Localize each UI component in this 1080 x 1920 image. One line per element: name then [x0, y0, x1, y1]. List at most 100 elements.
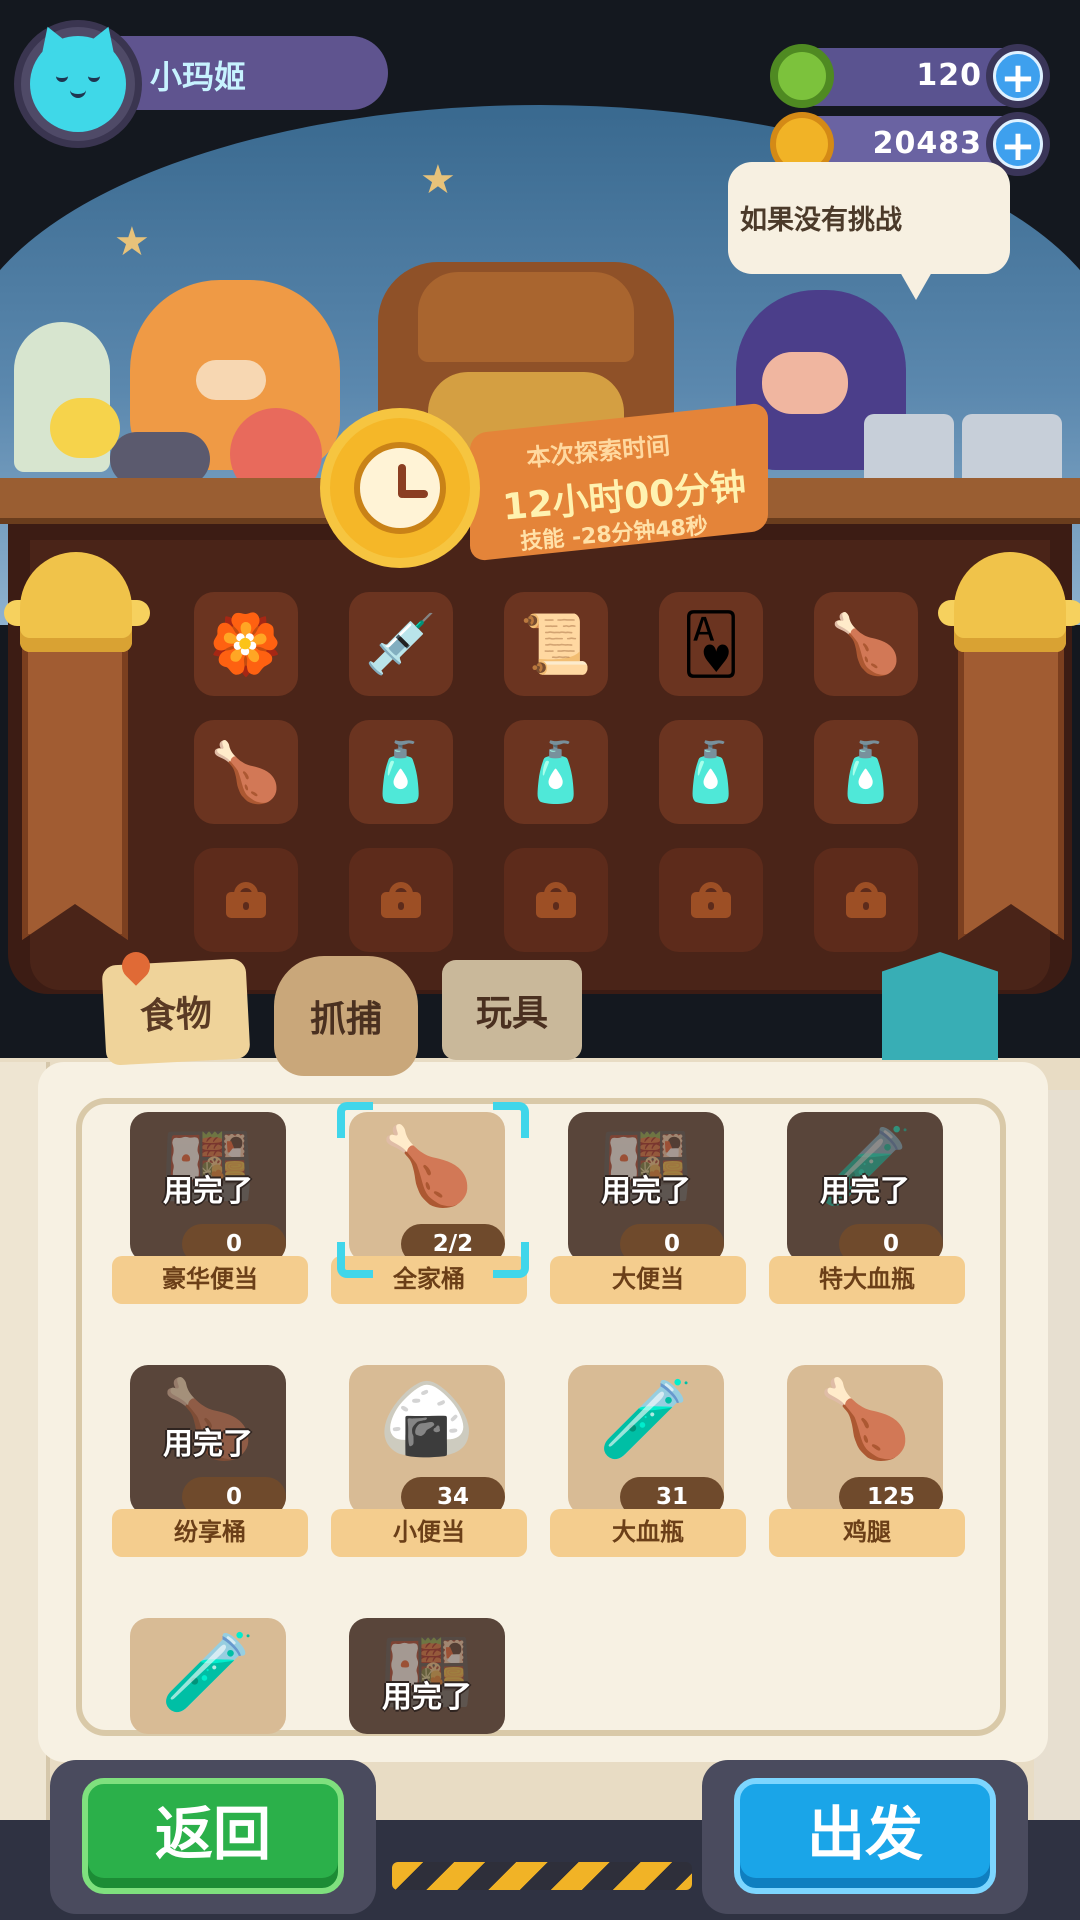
food-item-card[interactable]: 🧪 31 大血瓶: [550, 1365, 746, 1571]
right-bell-icon: [954, 552, 1066, 652]
green-donut-gem-icon: [770, 44, 834, 108]
potion-bottle-icon: 🧴: [674, 737, 748, 806]
plus-icon: +: [993, 119, 1043, 170]
inventory-slot[interactable]: 📜: [504, 592, 608, 696]
cat-face: [762, 352, 848, 414]
avatar-mouth: [70, 90, 86, 98]
green-badge-icon: 🏵️: [209, 609, 283, 678]
food-item-icon: 🍙: [379, 1374, 475, 1463]
potion-bottle-icon: 🧴: [829, 737, 903, 806]
left-fish-banner: [22, 640, 128, 940]
add-gems-button[interactable]: +: [986, 44, 1050, 108]
game-screen: ★ ★ 小玛姬 120 + 20483 + 如果没有挑战 🏵️ 💉 📜 🂱 🍗 …: [0, 0, 1080, 1920]
food-item-icon: 🧪: [598, 1374, 694, 1463]
dropper-icon: 💉: [364, 609, 438, 678]
inventory-slot[interactable]: 💉: [349, 592, 453, 696]
item-name: 大血瓶: [550, 1509, 746, 1557]
order-document-icon: 📜: [519, 609, 593, 678]
tab-catch[interactable]: 抓捕: [274, 956, 418, 1076]
item-name: 特大血瓶: [769, 1256, 965, 1304]
avatar-eye: [56, 76, 68, 82]
selection-corner: [493, 1242, 529, 1278]
item-tile: 🧪: [130, 1618, 286, 1734]
lock-keyhole: [553, 902, 559, 910]
food-item-icon: 🧪: [160, 1627, 256, 1716]
inventory-slot[interactable]: 🍗: [194, 720, 298, 824]
potion-bottle-icon: 🧴: [364, 737, 438, 806]
clock-icon: [354, 442, 446, 534]
food-item-card[interactable]: 🍙 34 小便当: [331, 1365, 527, 1571]
player-name: 小玛姬: [150, 58, 247, 96]
inventory-slot[interactable]: 🧴: [504, 720, 608, 824]
gem-value: 120: [916, 58, 982, 93]
speech-bubble-text: 如果没有挑战: [740, 205, 902, 236]
selection-corner: [493, 1102, 529, 1138]
used-up-label: 用完了: [163, 1427, 253, 1462]
tab-toy[interactable]: 玩具: [442, 960, 582, 1060]
inventory-slot[interactable]: 🧴: [349, 720, 453, 824]
depart-button[interactable]: 出发: [734, 1778, 996, 1894]
star-icon: ★: [420, 157, 456, 203]
item-name: 小便当: [331, 1509, 527, 1557]
bookmark-tab[interactable]: [882, 952, 998, 1060]
avatar[interactable]: [14, 20, 142, 148]
lock-icon: [846, 882, 886, 918]
coin-value: 20483: [872, 126, 982, 161]
cat-face-icon: [30, 36, 126, 132]
cat-face: [196, 360, 266, 400]
selection-corner: [337, 1102, 373, 1138]
lock-keyhole: [863, 902, 869, 910]
inventory-slot[interactable]: 🧴: [814, 720, 918, 824]
inventory-slot[interactable]: 🧴: [659, 720, 763, 824]
right-fish-banner: [958, 640, 1064, 940]
used-up-label: 用完了: [601, 1174, 691, 1209]
heart-card-icon: 🂱: [681, 610, 741, 678]
item-name: 纷享桶: [112, 1509, 308, 1557]
chicken-bucket-icon: 🍗: [209, 737, 283, 806]
lock-icon: [381, 882, 421, 918]
left-bell-icon: [20, 552, 132, 652]
food-item-card[interactable]: 🍱 用完了 0 大便当: [550, 1112, 746, 1318]
locked-slot: [194, 848, 298, 952]
plus-icon: +: [993, 51, 1043, 102]
food-item-card[interactable]: 🍗 2/2 全家桶: [331, 1102, 529, 1318]
gem-counter: 120 +: [770, 44, 1050, 108]
back-button[interactable]: 返回: [82, 1778, 344, 1894]
used-up-label: 用完了: [163, 1174, 253, 1209]
lock-keyhole: [398, 902, 404, 910]
backpack-flap: [418, 272, 634, 362]
chicken-bucket-icon: 🍗: [829, 609, 903, 678]
inventory-slot[interactable]: 🏵️: [194, 592, 298, 696]
food-item-card[interactable]: 🍱 用完了 0 豪华便当: [112, 1112, 308, 1318]
selection-corner: [337, 1242, 373, 1278]
item-tile: 🍱 用完了: [349, 1618, 505, 1734]
food-item-card[interactable]: 🧪 用完了 0 特大血瓶: [769, 1112, 965, 1318]
lock-icon: [691, 882, 731, 918]
star-icon: ★: [114, 219, 150, 265]
food-item-icon: 🍗: [817, 1374, 913, 1463]
locked-slot: [659, 848, 763, 952]
potion-bottle-icon: 🧴: [519, 737, 593, 806]
lock-keyhole: [243, 902, 249, 910]
inventory-slot[interactable]: 🍗: [814, 592, 918, 696]
item-name: 大便当: [550, 1256, 746, 1304]
locked-slot: [504, 848, 608, 952]
lock-icon: [536, 882, 576, 918]
locked-slot: [814, 848, 918, 952]
item-name: 豪华便当: [112, 1256, 308, 1304]
food-item-icon: 🍗: [379, 1121, 475, 1210]
lock-keyhole: [708, 902, 714, 910]
used-up-label: 用完了: [382, 1680, 472, 1715]
lock-icon: [226, 882, 266, 918]
hazard-stripe: [392, 1862, 692, 1890]
food-item-card[interactable]: 🍗 用完了 0 纷享桶: [112, 1365, 308, 1571]
avatar-eye: [88, 76, 100, 82]
item-name: 鸡腿: [769, 1509, 965, 1557]
clock-badge: [330, 418, 470, 558]
food-item-card[interactable]: 🍗 125 鸡腿: [769, 1365, 965, 1571]
speech-bubble: 如果没有挑战: [728, 162, 1010, 300]
star-toy-decoration: [50, 398, 120, 458]
used-up-label: 用完了: [820, 1174, 910, 1209]
locked-slot: [349, 848, 453, 952]
inventory-slot[interactable]: 🂱: [659, 592, 763, 696]
